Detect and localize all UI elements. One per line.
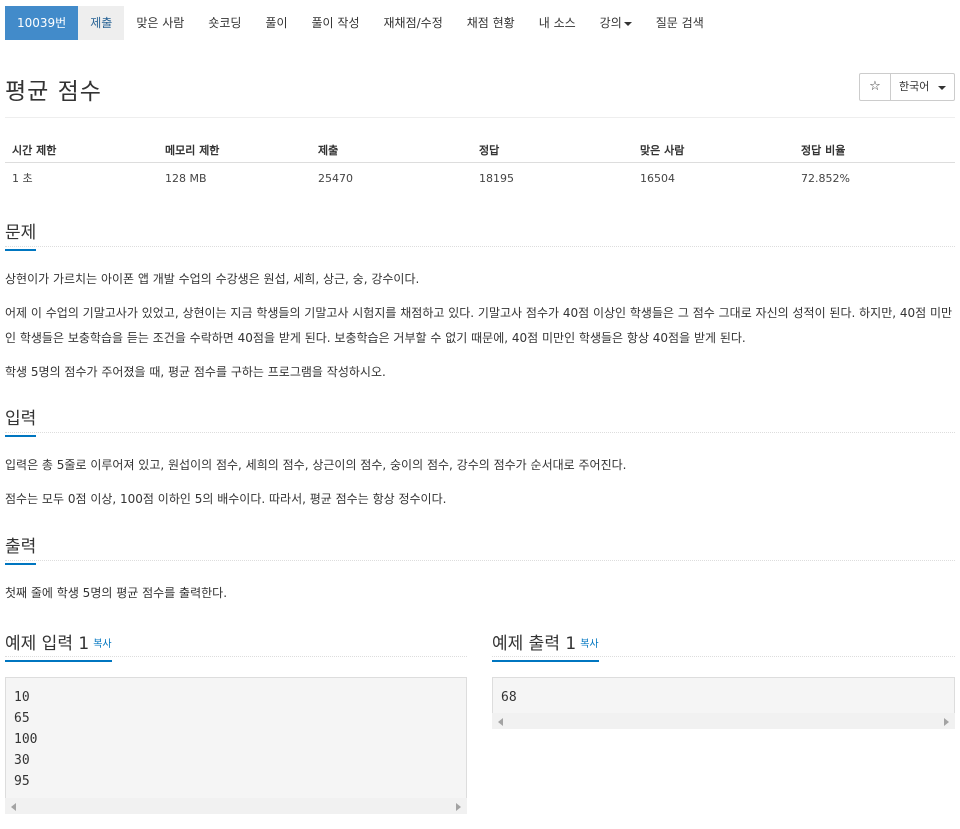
chevron-down-icon — [623, 21, 632, 26]
sample-output-heading: 예제 출력 1 복사 — [492, 629, 599, 662]
copy-sample-output-button[interactable]: 복사 — [580, 639, 598, 650]
language-label: 한국어 — [899, 80, 930, 93]
sample-input-heading: 예제 입력 1 복사 — [5, 629, 112, 662]
sample-input-box: 10 65 100 30 95 — [5, 677, 467, 798]
tab-solved-users[interactable]: 맞은 사람 — [124, 6, 196, 40]
sample-output-scrollbar[interactable] — [492, 713, 955, 729]
sample-input-title-wrap: 예제 입력 1 복사 — [5, 629, 112, 662]
table-header-cell: 제출 — [318, 143, 339, 157]
table-header-cell: 시간 제한 — [12, 143, 57, 157]
language-dropdown[interactable]: 한국어 — [890, 73, 955, 101]
table-header-cell: 맞은 사람 — [640, 143, 685, 157]
table-header-cell: 정답 비율 — [801, 143, 846, 157]
table-cell: 18195 — [479, 171, 514, 185]
sample-input-scrollbar[interactable] — [5, 798, 467, 814]
copy-sample-input-button[interactable]: 복사 — [93, 639, 111, 650]
scroll-left-icon[interactable] — [11, 803, 16, 811]
section-divider — [5, 560, 955, 561]
output-paragraph: 첫째 줄에 학생 5명의 평균 점수를 출력한다. — [5, 586, 228, 600]
problem-nav: 10039번 제출 맞은 사람 숏코딩 풀이 풀이 작성 재채점/수정 채점 현… — [5, 6, 716, 40]
star-icon: ☆ — [869, 79, 881, 94]
sample-output-box: 68 — [492, 677, 955, 713]
table-header-cell: 정답 — [479, 143, 500, 157]
tab-write-solution[interactable]: 풀이 작성 — [300, 6, 372, 40]
tab-lectures-label: 강의 — [599, 16, 622, 30]
tab-question-search[interactable]: 질문 검색 — [644, 6, 716, 40]
tab-lectures-dropdown[interactable]: 강의 — [588, 6, 644, 40]
tab-solutions[interactable]: 풀이 — [253, 6, 299, 40]
page-title: 평균 점수 — [5, 79, 102, 105]
section-divider — [492, 656, 955, 657]
table-header-row: 시간 제한 메모리 제한 제출 정답 맞은 사람 정답 비율 — [5, 137, 955, 163]
problem-paragraph: 학생 5명의 점수가 주어졌을 때, 평균 점수를 구하는 프로그램을 작성하시… — [5, 365, 386, 379]
table-cell: 1 초 — [12, 172, 33, 185]
table-header-cell: 메모리 제한 — [165, 143, 220, 157]
sample-output-title-wrap: 예제 출력 1 복사 — [492, 629, 599, 662]
scroll-right-icon[interactable] — [456, 803, 461, 811]
table-cell: 16504 — [640, 171, 675, 185]
tab-rejudge[interactable]: 재채점/수정 — [372, 6, 455, 40]
chevron-down-icon — [938, 86, 946, 90]
problem-paragraph: 어제 이 수업의 기말고사가 있었고, 상현이는 지금 학생들의 기말고사 시험… — [5, 306, 953, 345]
problem-info-table: 시간 제한 메모리 제한 제출 정답 맞은 사람 정답 비율 1 초 128 M… — [5, 137, 955, 191]
sample-input-title: 예제 입력 1 — [5, 634, 90, 654]
section-divider — [5, 432, 955, 433]
input-paragraph: 입력은 총 5줄로 이루어져 있고, 원섭이의 점수, 세희의 점수, 상근이의… — [5, 458, 627, 472]
problem-paragraph: 상현이가 가르치는 아이폰 앱 개발 수업의 수강생은 원섭, 세희, 상근, … — [5, 272, 420, 286]
table-cell: 128 MB — [165, 171, 207, 185]
table-row: 1 초 128 MB 25470 18195 16504 72.852% — [5, 165, 955, 191]
tab-submit[interactable]: 제출 — [78, 6, 125, 40]
tab-status[interactable]: 채점 현황 — [455, 6, 527, 40]
input-paragraph: 점수는 모두 0점 이상, 100점 이하인 5의 배수이다. 따라서, 평균 … — [5, 492, 447, 506]
sample-output-title: 예제 출력 1 — [492, 634, 577, 654]
section-divider — [5, 656, 467, 657]
scroll-right-icon[interactable] — [944, 718, 949, 726]
tab-problem-id[interactable]: 10039번 — [5, 6, 79, 40]
tab-my-source[interactable]: 내 소스 — [527, 6, 588, 40]
tab-short-coding[interactable]: 숏코딩 — [196, 6, 253, 40]
star-button[interactable]: ☆ — [859, 73, 891, 101]
scroll-left-icon[interactable] — [498, 718, 503, 726]
table-cell: 72.852% — [801, 171, 850, 185]
section-divider — [5, 246, 955, 247]
table-cell: 25470 — [318, 171, 353, 185]
title-divider — [5, 117, 955, 118]
